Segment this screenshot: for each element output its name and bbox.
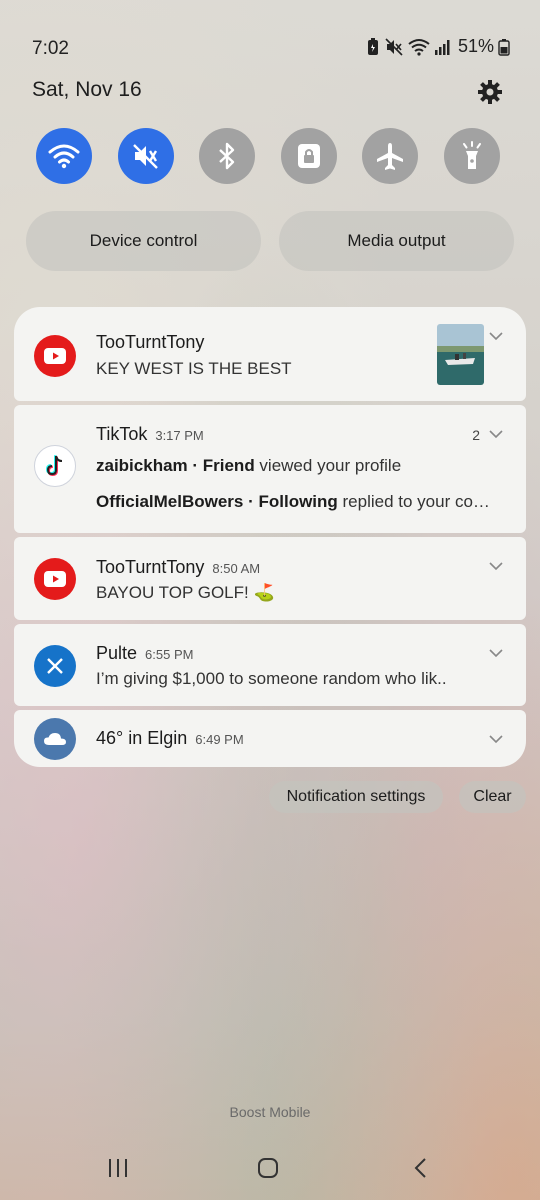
mute-icon xyxy=(385,37,403,56)
app-name: Pulte xyxy=(96,643,138,663)
quick-toggles xyxy=(36,128,500,184)
message-text: replied to your co… xyxy=(337,492,490,511)
notification-youtube-bayou[interactable]: TooTurntTony 8:50 AM BAYOU TOP GOLF! ⛳ xyxy=(14,537,526,620)
chevron-down-icon[interactable] xyxy=(488,734,504,744)
recents-icon xyxy=(109,1159,127,1177)
notification-body: KEY WEST IS THE BEST xyxy=(96,359,292,378)
chevron-down-icon[interactable] xyxy=(488,429,504,439)
sender-name: zaibickham · Friend xyxy=(96,456,255,475)
notification-time: 6:55 PM xyxy=(145,647,194,662)
notification-tiktok[interactable]: TikTok 3:17 PM 2 zaibickham · Friend view… xyxy=(14,405,526,533)
notification-body: I’m giving $1,000 to someone random who … xyxy=(96,669,447,688)
notification-title: Pulte 6:55 PM xyxy=(96,643,193,664)
status-bar: 7:02 51% xyxy=(32,36,510,64)
signal-icon xyxy=(434,39,450,55)
notification-title: 46° in Elgin 6:49 PM xyxy=(96,728,244,749)
wifi-icon xyxy=(48,144,80,169)
carrier-label: Boost Mobile xyxy=(229,1104,311,1120)
airplane-icon xyxy=(377,143,404,170)
notification-list: TooTurntTony KEY WEST IS THE BEST TikTok… xyxy=(14,307,526,771)
date-label: Sat, Nov 16 xyxy=(32,78,142,101)
notification-body: BAYOU TOP GOLF! ⛳ xyxy=(96,583,275,602)
notification-weather[interactable]: 46° in Elgin 6:49 PM xyxy=(14,710,526,767)
notification-actions: Notification settings Clear xyxy=(269,781,526,813)
clear-button[interactable]: Clear xyxy=(459,781,526,813)
x-logo-icon xyxy=(34,645,76,687)
notification-line-1: zaibickham · Friend viewed your profile xyxy=(96,456,506,476)
notification-time: 6:49 PM xyxy=(195,732,244,747)
navigation-bar xyxy=(0,1152,540,1184)
lock-icon xyxy=(297,144,320,168)
settings-button[interactable] xyxy=(476,78,504,106)
flashlight-toggle[interactable] xyxy=(443,128,500,184)
youtube-icon xyxy=(34,558,76,600)
video-thumbnail xyxy=(437,324,484,385)
status-icons: 51% xyxy=(366,36,510,57)
home-icon xyxy=(258,1158,278,1178)
wifi-toggle[interactable] xyxy=(36,128,92,184)
battery-icon xyxy=(498,38,510,56)
app-name: TooTurntTony xyxy=(96,557,205,577)
airplane-toggle[interactable] xyxy=(362,128,419,184)
notification-time: 8:50 AM xyxy=(212,561,261,576)
notification-settings-button[interactable]: Notification settings xyxy=(269,781,443,813)
battery-saver-icon xyxy=(367,37,378,55)
notification-time: 3:17 PM xyxy=(155,428,204,443)
wifi-status-icon xyxy=(408,38,430,56)
chevron-down-icon[interactable] xyxy=(488,561,504,571)
notification-x-pulte[interactable]: Pulte 6:55 PM I’m giving $1,000 to someon… xyxy=(14,624,526,706)
bluetooth-toggle[interactable] xyxy=(199,128,256,184)
cloud-icon xyxy=(34,718,76,760)
notification-line-2: OfficialMelBowers · Following replied to… xyxy=(96,492,506,512)
sender-name: OfficialMelBowers · Following xyxy=(96,492,338,511)
notification-title: TooTurntTony xyxy=(96,332,205,352)
gear-icon xyxy=(478,80,502,104)
back-button[interactable] xyxy=(400,1152,440,1184)
device-control-button[interactable]: Device control xyxy=(26,211,261,271)
rotation-lock-toggle[interactable] xyxy=(280,128,337,184)
message-text: viewed your profile xyxy=(254,456,402,475)
app-name: TikTok xyxy=(96,424,148,444)
quick-panel-buttons: Device control Media output xyxy=(26,211,514,271)
battery-percent: 51% xyxy=(457,36,494,56)
notification-title: TikTok 3:17 PM xyxy=(96,424,204,445)
weather-summary: 46° in Elgin xyxy=(96,728,188,748)
sound-toggle[interactable] xyxy=(117,128,174,184)
back-icon xyxy=(414,1158,426,1178)
notification-youtube-keywest[interactable]: TooTurntTony KEY WEST IS THE BEST xyxy=(14,307,526,401)
home-button[interactable] xyxy=(248,1152,288,1184)
bluetooth-icon xyxy=(219,142,235,170)
status-time: 7:02 xyxy=(32,38,69,59)
media-output-button[interactable]: Media output xyxy=(279,211,514,271)
youtube-icon xyxy=(34,335,76,377)
flashlight-icon xyxy=(462,141,481,169)
chevron-down-icon[interactable] xyxy=(488,648,504,658)
vibrate-icon xyxy=(132,144,158,169)
notification-count: 2 xyxy=(472,427,480,443)
notification-title: TooTurntTony 8:50 AM xyxy=(96,557,260,578)
tiktok-icon xyxy=(34,445,76,487)
recent-apps-button[interactable] xyxy=(98,1152,138,1184)
chevron-down-icon[interactable] xyxy=(488,331,504,341)
